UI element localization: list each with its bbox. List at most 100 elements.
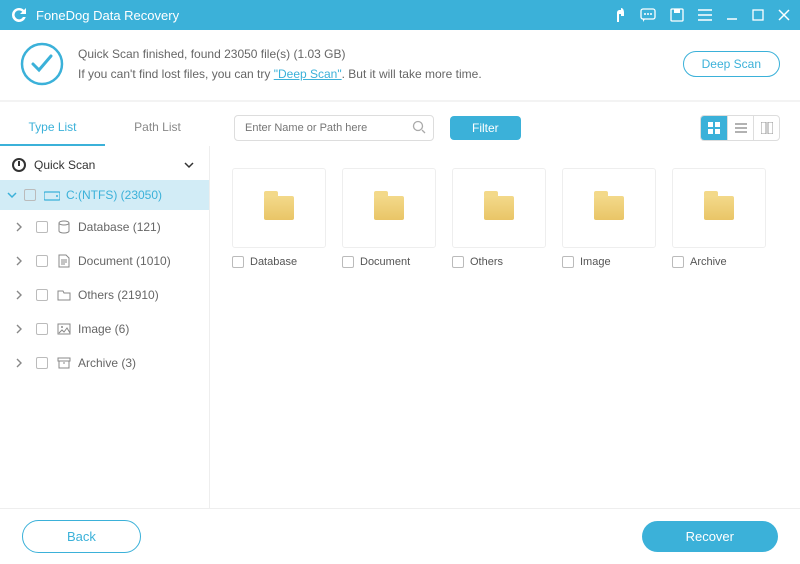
share-icon[interactable] [614,8,626,22]
tree-item-others[interactable]: Others (21910) [0,278,209,312]
checkbox[interactable] [672,256,684,268]
tab-type-list[interactable]: Type List [0,110,105,146]
back-button[interactable]: Back [22,520,141,553]
success-check-icon [20,42,64,86]
drive-icon [44,188,60,202]
window-controls [614,8,790,22]
scan-status-banner: Quick Scan finished, found 23050 file(s)… [0,30,800,102]
search-icon[interactable] [412,120,426,134]
folder-icon [704,196,734,220]
chevron-down-icon[interactable] [6,189,20,201]
folder-icon [374,196,404,220]
chevron-right-icon[interactable] [14,358,28,368]
footer: Back Recover [0,508,800,564]
app-logo-icon [10,6,28,24]
hint-prefix: If you can't find lost files, you can tr… [78,67,274,81]
grid-item-label: Database [250,256,297,268]
database-icon [56,220,72,234]
app-title: FoneDog Data Recovery [36,8,614,23]
folder-icon [594,196,624,220]
sidebar: Quick Scan C:(NTFS) (23050) Database (12… [0,146,210,508]
menu-icon[interactable] [698,9,712,21]
checkbox[interactable] [36,221,48,233]
folder-icon [484,196,514,220]
tree-root-label: Quick Scan [34,158,95,172]
checkbox[interactable] [36,289,48,301]
scan-status-text: Quick Scan finished, found 23050 file(s)… [78,44,683,85]
grid-item-label: Others [470,256,503,268]
feedback-icon[interactable] [640,8,656,22]
image-icon [56,322,72,336]
maximize-icon[interactable] [752,9,764,21]
tree-item-image[interactable]: Image (6) [0,312,209,346]
tree-item-label: Archive (3) [78,356,136,370]
checkbox[interactable] [232,256,244,268]
folder-thumb [562,168,656,248]
grid-item-others[interactable]: Others [452,168,546,268]
search-input[interactable] [234,115,434,141]
grid-item-database[interactable]: Database [232,168,326,268]
close-icon[interactable] [778,9,790,21]
grid-item-label: Archive [690,256,727,268]
view-list-icon[interactable] [727,116,753,140]
status-mid: file(s) ( [257,47,297,61]
folder-thumb [452,168,546,248]
tree-root-quickscan[interactable]: Quick Scan [0,150,209,180]
tab-path-list[interactable]: Path List [105,110,210,146]
checkbox[interactable] [452,256,464,268]
minimize-icon[interactable] [726,9,738,21]
folder-thumb [342,168,436,248]
view-detail-icon[interactable] [753,116,779,140]
tree-drive-label: C:(NTFS) (23050) [66,188,162,202]
checkbox[interactable] [562,256,574,268]
chevron-right-icon[interactable] [14,290,28,300]
view-grid-icon[interactable] [701,116,727,140]
tree-item-label: Others (21910) [78,288,159,302]
filter-button[interactable]: Filter [450,116,521,140]
tree-drive-c[interactable]: C:(NTFS) (23050) [0,180,209,210]
checkbox[interactable] [24,189,36,201]
main-body: Quick Scan C:(NTFS) (23050) Database (12… [0,146,800,508]
deep-scan-button[interactable]: Deep Scan [683,51,780,77]
checkbox[interactable] [342,256,354,268]
search-wrap [234,115,434,141]
tree-item-database[interactable]: Database (121) [0,210,209,244]
folder-icon [56,288,72,302]
document-icon [56,254,72,268]
total-size: 1.03 GB [297,47,341,61]
chevron-right-icon[interactable] [14,324,28,334]
grid-item-label: Document [360,256,410,268]
view-switch [700,115,780,141]
deep-scan-link[interactable]: "Deep Scan" [274,67,342,81]
grid-item-document[interactable]: Document [342,168,436,268]
grid-item-image[interactable]: Image [562,168,656,268]
toolbar: Type List Path List Filter [0,102,800,146]
chevron-right-icon[interactable] [14,222,28,232]
tree-item-label: Document (1010) [78,254,171,268]
grid-item-archive[interactable]: Archive [672,168,766,268]
folder-thumb [232,168,326,248]
tree-item-label: Database (121) [78,220,161,234]
tree-item-archive[interactable]: Archive (3) [0,346,209,380]
folder-grid: Database Document Others Image Archive [210,146,800,508]
folder-thumb [672,168,766,248]
chevron-down-icon[interactable] [183,159,197,171]
status-suffix: ) [342,47,346,61]
hint-suffix: . But it will take more time. [342,67,482,81]
checkbox[interactable] [36,357,48,369]
grid-item-label: Image [580,256,611,268]
tree-item-document[interactable]: Document (1010) [0,244,209,278]
folder-icon [264,196,294,220]
clock-icon [12,158,26,172]
save-icon[interactable] [670,8,684,22]
titlebar: FoneDog Data Recovery [0,0,800,30]
checkbox[interactable] [36,255,48,267]
checkbox[interactable] [36,323,48,335]
list-tabs: Type List Path List [0,110,210,146]
file-count: 23050 [224,47,257,61]
chevron-right-icon[interactable] [14,256,28,266]
recover-button[interactable]: Recover [642,521,778,552]
tree-item-label: Image (6) [78,322,129,336]
archive-icon [56,356,72,370]
status-prefix: Quick Scan finished, found [78,47,224,61]
